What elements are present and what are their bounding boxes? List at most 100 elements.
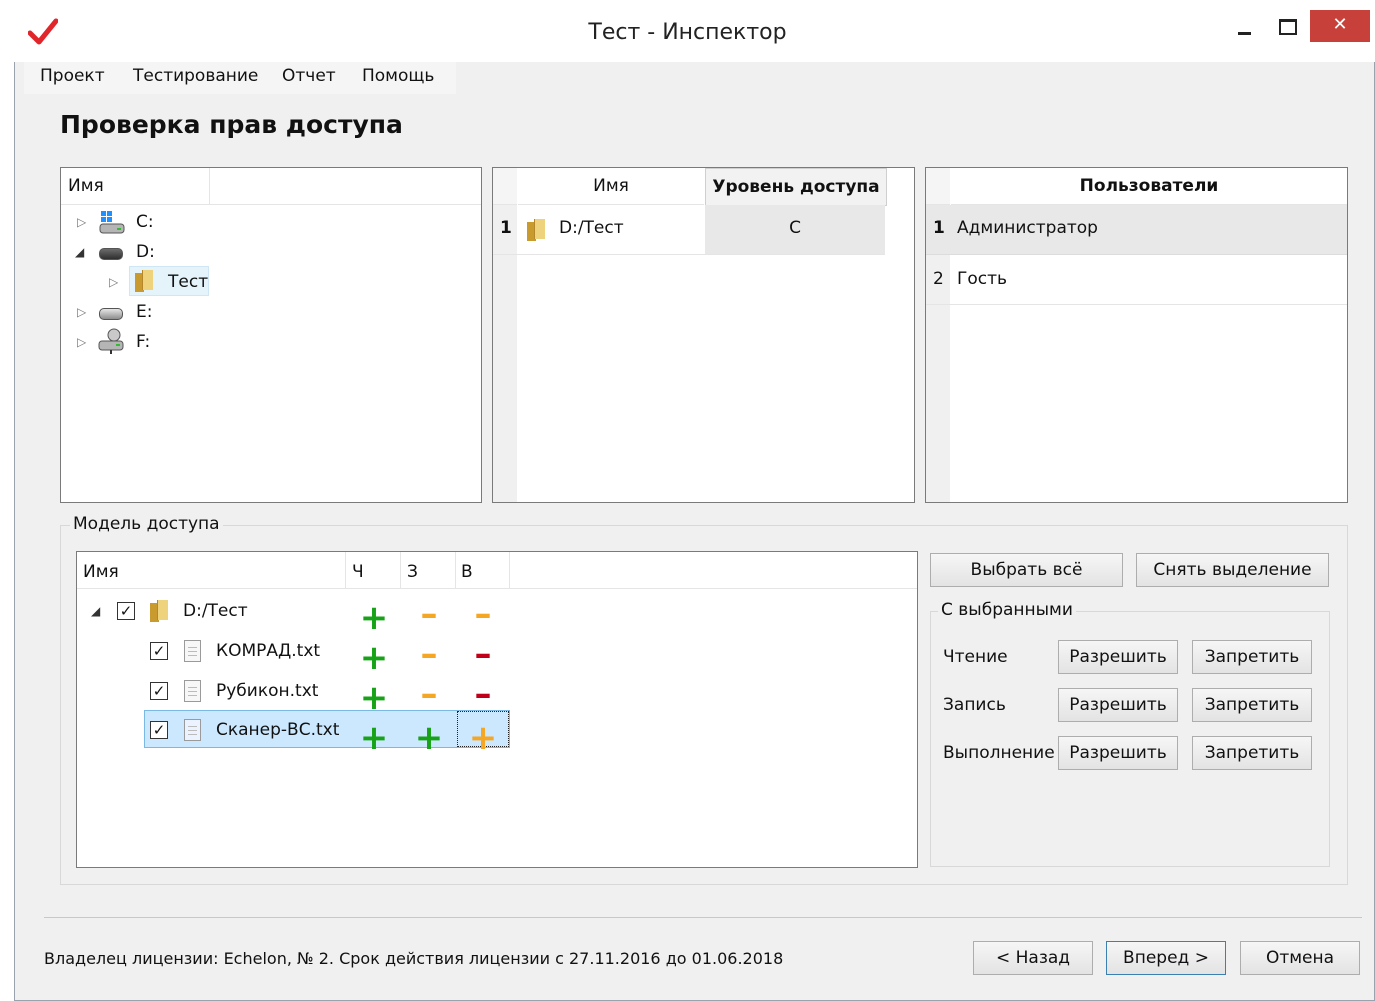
col-header-name[interactable]: Имя bbox=[83, 562, 119, 582]
row-number: 2 bbox=[933, 269, 944, 289]
header-divider bbox=[345, 552, 346, 588]
read-permission[interactable]: + bbox=[359, 601, 389, 635]
object-name: D:/Тест bbox=[559, 218, 624, 238]
exec-permission[interactable]: – bbox=[468, 677, 498, 711]
write-permission[interactable]: – bbox=[414, 677, 444, 711]
folder-icon bbox=[150, 600, 168, 622]
row-number: 1 bbox=[500, 218, 512, 238]
deselect-all-button[interactable]: Снять выделение bbox=[1136, 553, 1329, 587]
header-divider bbox=[209, 168, 210, 204]
col-header-users[interactable]: Пользователи bbox=[951, 168, 1347, 205]
write-deny-button[interactable]: Запретить bbox=[1192, 688, 1312, 722]
col-header-name[interactable]: Имя bbox=[518, 168, 704, 205]
access-model-label: Модель доступа bbox=[70, 514, 223, 534]
expand-arrow-icon[interactable]: ▷ bbox=[77, 305, 86, 319]
access-model-tree[interactable]: Имя Ч З В ◢ ✓ D:/Тест + – – ✓ КОМРАД.txt… bbox=[76, 551, 918, 868]
write-permission[interactable]: – bbox=[414, 597, 444, 631]
exec-permission[interactable]: + bbox=[468, 721, 498, 755]
write-permission[interactable]: – bbox=[414, 637, 444, 671]
menu-project[interactable]: Проект bbox=[40, 66, 105, 86]
access-level-cell[interactable]: С bbox=[705, 205, 885, 254]
with-selected-label: С выбранными bbox=[938, 600, 1076, 620]
header-divider bbox=[455, 552, 456, 588]
header-divider bbox=[509, 552, 510, 588]
expand-arrow-icon[interactable]: ▷ bbox=[77, 335, 86, 349]
tree-node-label[interactable]: E: bbox=[136, 302, 152, 322]
row-number: 1 bbox=[933, 218, 945, 238]
cancel-button[interactable]: Отмена bbox=[1240, 941, 1360, 975]
access-level-value: С bbox=[789, 218, 801, 238]
model-item-name[interactable]: Рубикон.txt bbox=[216, 681, 318, 701]
col-header-read[interactable]: Ч bbox=[352, 562, 364, 582]
exec-permission[interactable]: – bbox=[468, 597, 498, 631]
menu-testing[interactable]: Тестирование bbox=[133, 66, 258, 86]
next-button[interactable]: Вперед > bbox=[1106, 941, 1226, 975]
tree-node-label[interactable]: C: bbox=[136, 212, 154, 232]
tree-node-label[interactable]: F: bbox=[136, 332, 150, 352]
select-all-button[interactable]: Выбрать всё bbox=[930, 553, 1123, 587]
read-deny-button[interactable]: Запретить bbox=[1192, 640, 1312, 674]
exec-deny-button[interactable]: Запретить bbox=[1192, 736, 1312, 770]
model-item-name[interactable]: D:/Тест bbox=[183, 601, 248, 621]
tree-node-label[interactable]: D: bbox=[136, 242, 155, 262]
close-button[interactable]: ✕ bbox=[1310, 10, 1370, 42]
drive-icon bbox=[99, 308, 123, 320]
user-row-selected[interactable]: 1 Администратор bbox=[926, 205, 1347, 255]
collapse-arrow-icon[interactable]: ◢ bbox=[75, 245, 84, 259]
exec-allow-button[interactable]: Разрешить bbox=[1058, 736, 1178, 770]
model-item-name[interactable]: Сканер-ВС.txt bbox=[216, 720, 339, 740]
drive-icon bbox=[99, 248, 123, 260]
write-permission[interactable]: + bbox=[414, 721, 444, 755]
windows-drive-icon bbox=[99, 211, 125, 234]
back-button[interactable]: < Назад bbox=[973, 941, 1093, 975]
model-header bbox=[77, 552, 917, 589]
row-checkbox[interactable]: ✓ bbox=[150, 721, 168, 739]
file-icon bbox=[184, 719, 201, 741]
col-header-write[interactable]: З bbox=[407, 562, 418, 582]
exec-permission[interactable]: – bbox=[468, 637, 498, 671]
file-tree-panel[interactable]: Имя ▷ C: ◢ D: ▷ Тест ▷ E: ▷ F: bbox=[60, 167, 482, 503]
license-text: Владелец лицензии: Echelon, № 2. Срок де… bbox=[44, 949, 784, 968]
read-permission[interactable]: + bbox=[359, 681, 389, 715]
folder-icon bbox=[527, 219, 545, 241]
menu-report[interactable]: Отчет bbox=[282, 66, 336, 86]
read-allow-button[interactable]: Разрешить bbox=[1058, 640, 1178, 674]
minimize-button[interactable] bbox=[1224, 10, 1264, 42]
write-allow-button[interactable]: Разрешить bbox=[1058, 688, 1178, 722]
tree-node-label[interactable]: Тест bbox=[168, 272, 208, 292]
corner-header bbox=[926, 168, 950, 205]
objects-panel[interactable]: Имя Уровень доступа 1 D:/Тест С bbox=[492, 167, 915, 503]
table-row[interactable]: 1 D:/Тест С bbox=[493, 205, 885, 255]
close-icon: ✕ bbox=[1332, 14, 1348, 35]
read-permission[interactable]: + bbox=[359, 641, 389, 675]
folder-icon bbox=[135, 270, 153, 292]
col-header-exec[interactable]: В bbox=[461, 562, 473, 582]
header-divider bbox=[400, 552, 401, 588]
menu-help[interactable]: Помощь bbox=[362, 66, 434, 86]
read-permission[interactable]: + bbox=[359, 721, 389, 755]
network-drive-icon bbox=[98, 328, 124, 354]
footer-divider bbox=[44, 917, 1362, 918]
col-header-access-level[interactable]: Уровень доступа bbox=[705, 168, 887, 206]
row-checkbox[interactable]: ✓ bbox=[150, 682, 168, 700]
corner-header bbox=[493, 168, 517, 205]
users-panel[interactable]: Пользователи 1 Администратор 2 Гость bbox=[925, 167, 1348, 503]
collapse-arrow-icon[interactable]: ◢ bbox=[91, 604, 100, 618]
expand-arrow-icon[interactable]: ▷ bbox=[109, 275, 118, 289]
tree-header-name: Имя bbox=[68, 176, 104, 196]
user-name: Гость bbox=[957, 269, 1008, 289]
maximize-button[interactable] bbox=[1268, 10, 1308, 42]
tree-header[interactable]: Имя bbox=[61, 168, 481, 205]
page-title: Проверка прав доступа bbox=[60, 110, 403, 139]
read-label: Чтение bbox=[943, 647, 1008, 667]
row-checkbox[interactable]: ✓ bbox=[117, 602, 135, 620]
exec-label: Выполнение bbox=[943, 743, 1055, 763]
model-item-name[interactable]: КОМРАД.txt bbox=[216, 641, 320, 661]
write-label: Запись bbox=[943, 695, 1006, 715]
user-name: Администратор bbox=[957, 218, 1098, 238]
expand-arrow-icon[interactable]: ▷ bbox=[77, 215, 86, 229]
row-checkbox[interactable]: ✓ bbox=[150, 642, 168, 660]
user-row[interactable]: 2 Гость bbox=[926, 256, 1347, 305]
window-title: Тест - Инспектор bbox=[588, 20, 787, 45]
file-icon bbox=[184, 680, 201, 702]
